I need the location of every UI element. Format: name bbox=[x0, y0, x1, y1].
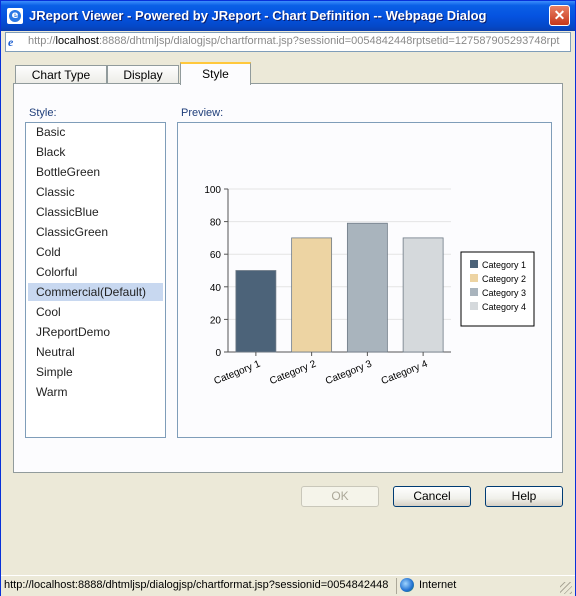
preview-label: Preview: bbox=[181, 107, 224, 119]
tab-chart-type[interactable]: Chart Type bbox=[15, 65, 107, 84]
address-bar: e http://localhost:8888/dhtmljsp/dialogj… bbox=[5, 32, 571, 52]
ok-button[interactable]: OK bbox=[301, 486, 379, 507]
chart-bar bbox=[402, 237, 444, 353]
style-list-item[interactable]: JReportDemo bbox=[28, 323, 163, 341]
chart-bar bbox=[235, 270, 277, 353]
style-list-item[interactable]: Warm bbox=[28, 383, 163, 401]
chart-legend-swatch bbox=[470, 302, 478, 310]
style-list-item[interactable]: ClassicBlue bbox=[28, 203, 163, 221]
tab-style[interactable]: Style bbox=[180, 62, 251, 85]
chart-legend-label: Category 1 bbox=[482, 260, 526, 270]
chart-legend-label: Category 3 bbox=[482, 288, 526, 298]
close-button[interactable]: ✕ bbox=[549, 5, 570, 26]
resize-grip-icon[interactable] bbox=[560, 582, 572, 594]
chart-bar bbox=[346, 222, 388, 353]
globe-icon bbox=[400, 578, 414, 592]
style-label: Style: bbox=[29, 107, 57, 119]
ie-icon: e bbox=[7, 8, 23, 24]
window-title: JReport Viewer - Powered by JReport - Ch… bbox=[29, 8, 487, 23]
status-bar: http://localhost:8888/dhtmljsp/dialogjsp… bbox=[1, 575, 575, 596]
address-url: http://localhost:8888/dhtmljsp/dialogjsp… bbox=[28, 35, 560, 47]
style-list-item[interactable]: BottleGreen bbox=[28, 163, 163, 181]
status-zone: Internet bbox=[419, 579, 457, 591]
style-list-item[interactable]: Classic bbox=[28, 183, 163, 201]
style-list[interactable]: Basic Black BottleGreen Classic ClassicBlue C… bbox=[25, 122, 166, 438]
style-list-item[interactable]: Simple bbox=[28, 363, 163, 381]
help-button[interactable]: Help bbox=[485, 486, 563, 507]
style-list-item[interactable]: Cool bbox=[28, 303, 163, 321]
style-list-item[interactable]: Basic bbox=[28, 123, 163, 141]
chart-x-tick-label: Category 1 bbox=[213, 358, 263, 387]
status-divider bbox=[396, 578, 397, 594]
chart-legend-swatch bbox=[470, 260, 478, 268]
chart-y-tick-label: 100 bbox=[204, 185, 221, 196]
dialog-window: e JReport Viewer - Powered by JReport - … bbox=[0, 0, 576, 596]
chart-x-tick-label: Category 3 bbox=[324, 358, 374, 387]
chart-y-tick-label: 80 bbox=[210, 218, 222, 229]
title-bar[interactable]: e JReport Viewer - Powered by JReport - … bbox=[1, 1, 575, 31]
tab-display[interactable]: Display bbox=[107, 65, 179, 84]
chart-bar bbox=[291, 237, 333, 353]
ie-page-icon: e bbox=[8, 35, 14, 49]
chart-y-tick-label: 40 bbox=[210, 283, 222, 294]
chart-legend-swatch bbox=[470, 274, 478, 282]
chart-legend-label: Category 2 bbox=[482, 274, 526, 284]
chart-x-tick-label: Category 2 bbox=[268, 358, 318, 387]
style-list-item[interactable]: ClassicGreen bbox=[28, 223, 163, 241]
style-list-item[interactable]: Neutral bbox=[28, 343, 163, 361]
chart-y-tick-label: 60 bbox=[210, 250, 222, 261]
style-list-item[interactable]: Cold bbox=[28, 243, 163, 261]
style-list-item[interactable]: Commercial(Default) bbox=[28, 283, 163, 301]
chart-legend-label: Category 4 bbox=[482, 302, 526, 312]
chart-legend-swatch bbox=[470, 288, 478, 296]
status-url: http://localhost:8888/dhtmljsp/dialogjsp… bbox=[4, 579, 389, 591]
chart-preview: 0 20 40 60 80 100 Category 1 Category 2 Category… bbox=[177, 122, 552, 438]
cancel-button[interactable]: Cancel bbox=[393, 486, 471, 507]
style-list-item[interactable]: Black bbox=[28, 143, 163, 161]
chart-svg: 020406080100Category 1 Category 2 Category… bbox=[204, 185, 535, 387]
chart-x-tick-label: Category 4 bbox=[380, 358, 430, 387]
chart-y-tick-label: 0 bbox=[215, 348, 221, 359]
chart-y-tick-label: 20 bbox=[210, 315, 222, 326]
style-list-item[interactable]: Colorful bbox=[28, 263, 163, 281]
